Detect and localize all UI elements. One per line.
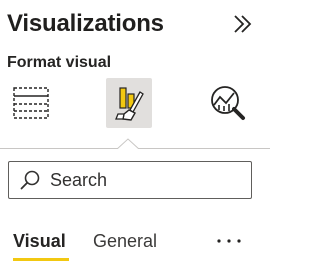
more-ellipsis-icon (217, 239, 241, 243)
active-tab-underline (13, 258, 69, 261)
tab-general[interactable]: General (93, 224, 157, 258)
visualizations-pane: Visualizations Format visual Search Visu… (0, 0, 270, 271)
search-box[interactable] (8, 161, 252, 199)
format-visual-heading: Format visual (7, 54, 112, 71)
format-tabs: Visual General (0, 224, 270, 264)
analytics-button[interactable] (206, 78, 252, 128)
selected-indicator-caret (116, 137, 140, 149)
more-options-button[interactable] (212, 228, 246, 254)
analytics-magnifier-icon (211, 86, 245, 120)
search-input[interactable] (50, 169, 240, 191)
format-visual-button[interactable] (106, 78, 152, 128)
fields-table-icon (13, 87, 49, 119)
tab-visual[interactable]: Visual (13, 224, 66, 258)
build-visual-button[interactable] (8, 78, 54, 128)
double-chevron-right-icon (234, 15, 252, 33)
pane-title: Visualizations (7, 10, 164, 37)
search-icon (19, 169, 41, 191)
collapse-pane-button[interactable] (228, 10, 258, 38)
paint-brush-icon (115, 87, 144, 121)
